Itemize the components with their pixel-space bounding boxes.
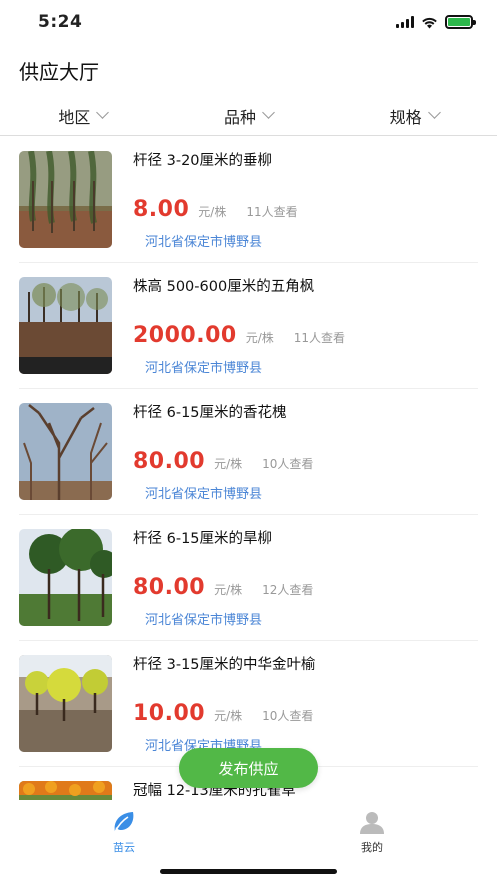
item-title: 杆径 3-15厘米的中华金叶榆 <box>133 657 316 673</box>
tab-label: 我的 <box>361 841 383 854</box>
price-row: 10.00 元/株 10人查看 <box>133 701 313 726</box>
product-thumbnail <box>19 529 112 626</box>
view-count: 11人查看 <box>246 205 298 219</box>
filter-variety[interactable]: 品种 <box>166 100 332 135</box>
product-thumbnail <box>19 151 112 248</box>
tab-miaoyun[interactable]: 苗云 <box>84 810 164 855</box>
wifi-icon <box>422 17 437 28</box>
price-unit: 元/株 <box>214 583 243 597</box>
item-price: 80.00 <box>133 449 206 474</box>
item-title: 杆径 6-15厘米的旱柳 <box>133 531 273 547</box>
product-thumbnail <box>19 781 112 800</box>
signal-icon <box>396 16 414 28</box>
item-price: 8.00 <box>133 197 190 222</box>
status-time: 5:24 <box>38 12 83 32</box>
item-location: 河北省保定市博野县 <box>145 361 263 376</box>
item-location: 河北省保定市博野县 <box>145 487 263 502</box>
list-item[interactable]: 株高 500-600厘米的五角枫 2000.00 元/株 11人查看 河北省保定… <box>19 263 478 389</box>
price-row: 80.00 元/株 12人查看 <box>133 575 313 600</box>
view-count: 10人查看 <box>262 709 314 723</box>
filter-variety-label: 品种 <box>224 107 257 127</box>
view-count: 10人查看 <box>262 457 314 471</box>
price-row: 2000.00 元/株 11人查看 <box>133 323 345 348</box>
battery-icon <box>445 15 476 29</box>
item-price: 10.00 <box>133 701 206 726</box>
item-title: 杆径 6-15厘米的香花槐 <box>133 405 287 421</box>
status-icons <box>396 15 476 29</box>
item-location: 河北省保定市博野县 <box>145 613 263 628</box>
filter-region[interactable]: 地区 <box>0 100 166 135</box>
item-title: 株高 500-600厘米的五角枫 <box>133 279 315 295</box>
product-thumbnail <box>19 403 112 500</box>
view-count: 11人查看 <box>293 331 346 345</box>
price-unit: 元/株 <box>198 205 227 219</box>
home-indicator <box>160 869 337 874</box>
item-location: 河北省保定市博野县 <box>145 235 263 250</box>
list-item[interactable]: 杆径 6-15厘米的旱柳 80.00 元/株 12人查看 河北省保定市博野县 <box>19 515 478 641</box>
product-thumbnail <box>19 277 112 374</box>
item-price: 80.00 <box>133 575 206 600</box>
product-thumbnail <box>19 655 112 752</box>
price-row: 8.00 元/株 11人查看 <box>133 197 298 222</box>
tab-bar: 苗云 我的 <box>0 800 497 883</box>
status-bar: 5:24 <box>0 0 497 48</box>
user-icon <box>360 812 384 834</box>
price-unit: 元/株 <box>214 709 243 723</box>
item-title: 杆径 3-20厘米的垂柳 <box>133 153 273 169</box>
tab-label: 苗云 <box>113 841 135 854</box>
item-price: 2000.00 <box>133 323 237 348</box>
list-item[interactable]: 杆径 3-20厘米的垂柳 8.00 元/株 11人查看 河北省保定市博野县 <box>19 137 478 263</box>
price-unit: 元/株 <box>214 457 243 471</box>
supply-list: 杆径 3-20厘米的垂柳 8.00 元/株 11人查看 河北省保定市博野县 株高… <box>0 137 497 800</box>
filter-bar: 地区 品种 规格 <box>0 100 497 136</box>
filter-spec-label: 规格 <box>389 107 422 127</box>
leaf-icon <box>114 812 134 833</box>
tab-mine[interactable]: 我的 <box>332 810 412 855</box>
chevron-down-icon <box>427 106 441 119</box>
filter-spec[interactable]: 规格 <box>331 100 497 135</box>
price-row: 80.00 元/株 10人查看 <box>133 449 313 474</box>
filter-region-label: 地区 <box>58 107 91 127</box>
price-unit: 元/株 <box>245 331 274 345</box>
publish-supply-button[interactable]: 发布供应 <box>179 748 318 788</box>
view-count: 12人查看 <box>262 583 314 597</box>
list-item[interactable]: 杆径 6-15厘米的香花槐 80.00 元/株 10人查看 河北省保定市博野县 <box>19 389 478 515</box>
chevron-down-icon <box>262 106 275 119</box>
page-title: 供应大厅 <box>19 60 99 84</box>
chevron-down-icon <box>96 106 110 119</box>
